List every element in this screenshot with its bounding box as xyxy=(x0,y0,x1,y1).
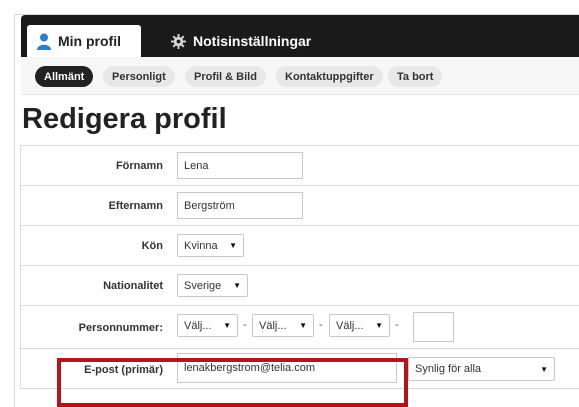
tab-min-profil[interactable]: Min profil xyxy=(27,25,141,57)
row-personal-number: Personnummer: Välj... ▼ - Välj... ▼ - Vä… xyxy=(21,306,579,349)
email-input[interactable]: lenakbergstrom@telia.com xyxy=(177,353,397,383)
nationality-select-value: Sverige xyxy=(184,279,222,292)
nationality-label: Nationalitet xyxy=(103,280,163,292)
personal-number-year-select[interactable]: Välj... ▼ xyxy=(177,314,238,337)
chevron-down-icon: ▼ xyxy=(223,321,231,330)
row-last-name: Efternamn Bergström xyxy=(21,186,579,226)
gender-select-value: Kvinna xyxy=(184,239,218,252)
tab-notisinstallningar-label: Notisinställningar xyxy=(193,33,312,49)
profile-form: Förnamn Lena Efternamn Bergström Kön Kvi… xyxy=(20,145,579,389)
row-email: E-post (primär) lenakbergstrom@telia.com… xyxy=(21,349,579,389)
email-visibility-value: Synlig för alla xyxy=(415,363,482,375)
subtab-profil-bild[interactable]: Profil & Bild xyxy=(185,66,266,87)
gear-icon xyxy=(171,33,186,49)
subtab-ta-bort[interactable]: Ta bort xyxy=(388,66,443,87)
separator-dash: - xyxy=(243,319,247,331)
nationality-select[interactable]: Sverige ▼ xyxy=(177,274,248,297)
email-visibility-select[interactable]: Synlig för alla ▼ xyxy=(408,357,555,381)
sub-tab-bar: Allmänt Personligt Profil & Bild Kontakt… xyxy=(21,57,579,95)
personal-number-month-select[interactable]: Välj... ▼ xyxy=(252,314,314,337)
personal-number-day-select[interactable]: Välj... ▼ xyxy=(329,314,390,337)
day-select-value: Välj... xyxy=(336,319,364,332)
row-nationality: Nationalitet Sverige ▼ xyxy=(21,266,579,306)
gender-select[interactable]: Kvinna ▼ xyxy=(177,234,244,257)
chevron-down-icon: ▼ xyxy=(299,321,307,330)
chevron-down-icon: ▼ xyxy=(233,281,241,290)
subtab-allmant[interactable]: Allmänt xyxy=(35,66,94,87)
page-title: Redigera profil xyxy=(22,103,227,135)
chevron-down-icon: ▼ xyxy=(229,241,237,250)
last-name-input[interactable]: Bergström xyxy=(177,192,303,219)
tab-notisinstallningar[interactable]: Notisinställningar xyxy=(161,25,321,57)
chevron-down-icon: ▼ xyxy=(375,321,383,330)
year-select-value: Välj... xyxy=(184,319,212,332)
row-first-name: Förnamn Lena xyxy=(21,146,579,186)
subtab-kontaktuppgifter[interactable]: Kontaktuppgifter xyxy=(276,66,383,87)
personal-number-label: Personnummer: xyxy=(78,322,163,334)
chevron-down-icon: ▼ xyxy=(540,364,548,374)
subtab-personligt[interactable]: Personligt xyxy=(103,66,175,87)
personal-number-last-digits-input[interactable] xyxy=(413,312,454,342)
separator-dash: - xyxy=(395,319,399,331)
last-name-label: Efternamn xyxy=(108,200,163,212)
first-name-input[interactable]: Lena xyxy=(177,152,303,179)
first-name-label: Förnamn xyxy=(115,160,163,172)
email-label: E-post (primär) xyxy=(84,364,163,376)
main-tab-bar: Min profil Notisinställningar xyxy=(21,15,579,57)
gender-label: Kön xyxy=(141,240,163,252)
row-gender: Kön Kvinna ▼ xyxy=(21,226,579,266)
tab-min-profil-label: Min profil xyxy=(58,33,121,49)
separator-dash: - xyxy=(319,319,323,331)
month-select-value: Välj... xyxy=(259,319,287,332)
person-icon xyxy=(37,33,51,50)
